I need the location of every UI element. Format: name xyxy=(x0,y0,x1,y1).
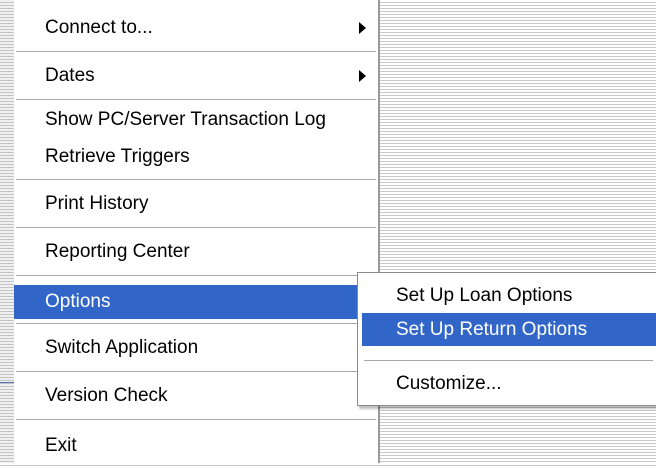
submenu-item-label: Set Up Loan Options xyxy=(396,285,573,306)
menu-item-show-transaction-log[interactable]: Show PC/Server Transaction Log xyxy=(14,102,378,138)
submenu-item-loan-options[interactable]: Set Up Loan Options xyxy=(362,279,656,313)
menu-separator xyxy=(16,99,376,101)
menu-item-connect-to[interactable]: Connect to... xyxy=(14,6,378,50)
menu-item-label: Reporting Center xyxy=(45,241,190,262)
menu-item-switch-application[interactable]: Switch Application xyxy=(14,326,378,370)
submenu-item-return-options[interactable]: Set Up Return Options xyxy=(362,313,656,346)
menu-item-label: Print History xyxy=(45,193,149,214)
menu-item-dates[interactable]: Dates xyxy=(14,54,378,98)
menu-item-label: Options xyxy=(45,291,111,312)
submenu-arrow-icon xyxy=(359,22,366,34)
submenu-item-label: Customize... xyxy=(396,373,502,394)
menu-item-reporting-center[interactable]: Reporting Center xyxy=(14,230,378,274)
menu-separator xyxy=(16,227,376,229)
menu-item-label: Connect to... xyxy=(45,17,153,38)
submenu-separator xyxy=(364,360,653,362)
menu-item-version-check[interactable]: Version Check xyxy=(14,374,378,418)
menu-item-exit[interactable]: Exit xyxy=(14,424,378,468)
menu-separator xyxy=(16,371,376,373)
menu-item-label: Version Check xyxy=(45,385,168,406)
submenu-arrow-icon xyxy=(359,70,366,82)
submenu-item-customize[interactable]: Customize... xyxy=(362,366,656,402)
menu-item-label: Retrieve Triggers xyxy=(45,146,190,167)
menu-item-label: Dates xyxy=(45,65,95,86)
menu-item-label: Exit xyxy=(45,435,77,456)
menu-separator xyxy=(16,419,376,421)
menu-item-label: Show PC/Server Transaction Log xyxy=(45,109,326,130)
menu-item-retrieve-triggers[interactable]: Retrieve Triggers xyxy=(14,138,378,176)
background-left-strip xyxy=(0,0,14,463)
context-menu: Connect to... Dates Show PC/Server Trans… xyxy=(14,0,380,463)
menu-separator xyxy=(16,323,376,325)
menu-item-label: Switch Application xyxy=(45,337,199,358)
menu-separator xyxy=(16,179,376,181)
menu-separator xyxy=(16,51,376,53)
menu-separator xyxy=(16,275,376,277)
menu-item-options[interactable]: Options xyxy=(14,285,378,319)
menu-item-print-history[interactable]: Print History xyxy=(14,182,378,226)
options-submenu: Set Up Loan Options Set Up Return Option… xyxy=(357,272,656,406)
background-fragment xyxy=(0,382,14,383)
submenu-item-label: Set Up Return Options xyxy=(396,318,588,340)
